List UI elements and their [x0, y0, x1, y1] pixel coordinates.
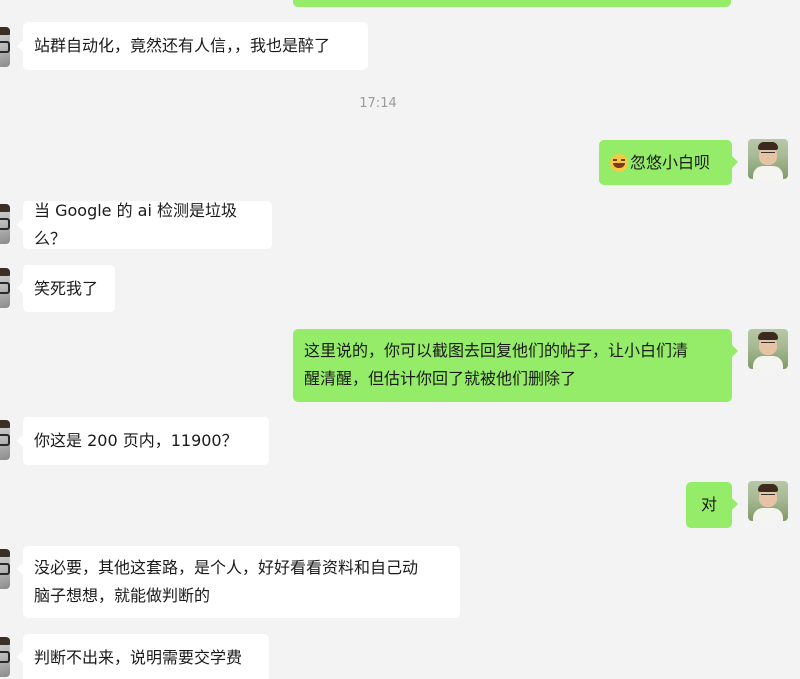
message-bubble[interactable]: 判断不出来，说明需要交学费 — [23, 634, 269, 679]
message-text-line: 这里说的，你可以截图去回复他们的帖子，让小白们清 — [304, 341, 689, 360]
message-text: 判断不出来，说明需要交学费 — [34, 648, 243, 667]
message-bubble[interactable]: 忽悠小白呗 — [599, 140, 732, 185]
message-bubble[interactable]: 对 — [686, 482, 732, 528]
message-text-line: 没必要，其他这套路，是个人，好好看看资料和自己动 — [34, 558, 419, 577]
message-text-line: 脑子想想，就能做判断的 — [34, 586, 211, 605]
user-avatar[interactable] — [748, 481, 788, 521]
contact-avatar[interactable] — [0, 420, 10, 460]
message-bubble[interactable]: 笑死我了 — [23, 265, 115, 312]
message-text: 笑死我了 — [34, 278, 99, 298]
message-bubble[interactable]: 你这是 200 页内，11900？ — [23, 417, 269, 465]
message-text: 对 — [700, 495, 717, 514]
contact-avatar[interactable] — [0, 549, 10, 589]
contact-avatar[interactable] — [0, 268, 10, 308]
chat-message-list[interactable]: 站群自动化，竟然还有人信，，我也是醉了 17:14 忽悠小白呗 当 Google… — [0, 0, 800, 679]
user-avatar[interactable] — [748, 329, 788, 369]
contact-avatar[interactable] — [0, 204, 10, 244]
message-text: 当 Google 的 ai 检测是垃圾么？ — [34, 201, 238, 248]
message-text: 你这是 200 页内，11900？ — [34, 431, 238, 450]
message-bubble[interactable]: 没必要，其他这套路，是个人，好好看看资料和自己动 脑子想想，就能做判断的 — [23, 546, 460, 618]
message-bubble[interactable]: 站群自动化，竟然还有人信，，我也是醉了 — [23, 22, 368, 70]
message-text: 忽悠小白呗 — [630, 152, 711, 172]
message-bubble[interactable]: 这里说的，你可以截图去回复他们的帖子，让小白们清 醒清醒，但估计你回了就被他们删… — [293, 329, 732, 402]
message-timestamp: 17:14 — [359, 96, 397, 111]
laughing-tears-emoji-icon — [610, 153, 628, 172]
contact-avatar[interactable] — [0, 27, 10, 67]
contact-avatar[interactable] — [0, 637, 10, 677]
message-bubble[interactable]: 当 Google 的 ai 检测是垃圾么？ — [23, 201, 272, 249]
user-avatar[interactable] — [748, 139, 788, 179]
message-bubble-partial — [293, 0, 731, 7]
message-text: 站群自动化，竟然还有人信，，我也是醉了 — [34, 36, 331, 55]
message-text-line: 醒清醒，但估计你回了就被他们删除了 — [304, 369, 577, 388]
